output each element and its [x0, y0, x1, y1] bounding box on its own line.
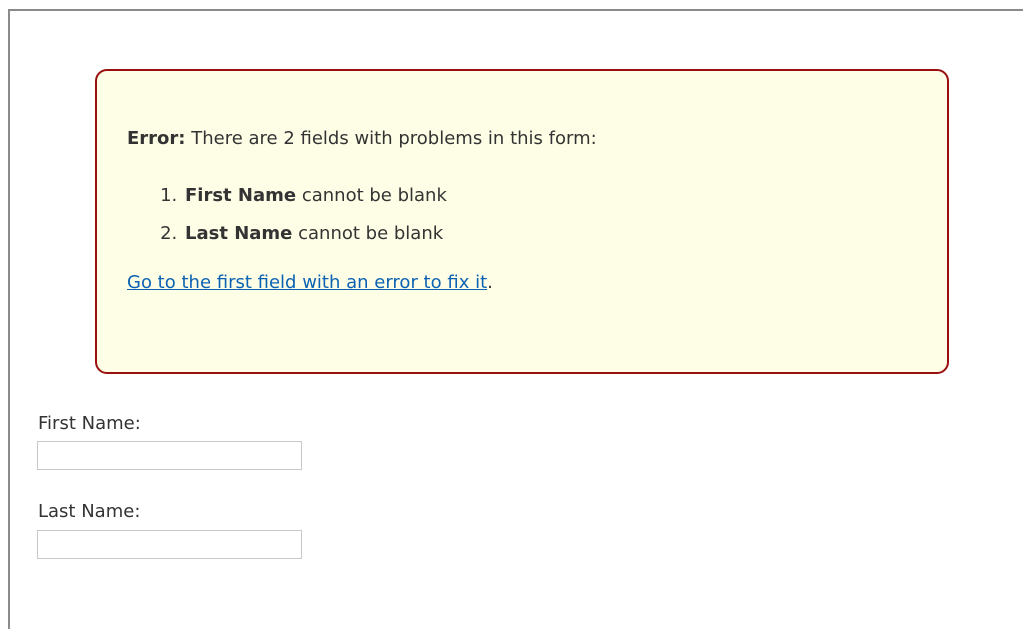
fix-line-period: .	[487, 272, 493, 293]
error-prefix: Error:	[127, 128, 186, 149]
error-field-problem: cannot be blank	[296, 185, 447, 206]
error-field-name: First Name	[185, 185, 297, 206]
go-to-first-error-link[interactable]: Go to the first field with an error to f…	[127, 272, 487, 293]
error-summary-text: Error: There are 2 fields with problems …	[127, 127, 947, 151]
error-item-first-name: First Name cannot be blank	[183, 177, 947, 215]
error-list: First Name cannot be blank Last Name can…	[127, 177, 947, 253]
first-name-label: First Name:	[38, 413, 141, 434]
error-message: There are 2 fields with problems in this…	[185, 128, 597, 149]
error-field-problem: cannot be blank	[292, 223, 444, 244]
fix-line: Go to the first field with an error to f…	[127, 271, 947, 295]
error-item-last-name: Last Name cannot be blank	[183, 215, 947, 253]
error-field-name: Last Name	[185, 223, 293, 244]
error-summary-box: Error: There are 2 fields with problems …	[95, 69, 949, 374]
last-name-input[interactable]	[37, 530, 302, 559]
first-name-input[interactable]	[37, 441, 302, 470]
last-name-label: Last Name:	[38, 501, 141, 522]
